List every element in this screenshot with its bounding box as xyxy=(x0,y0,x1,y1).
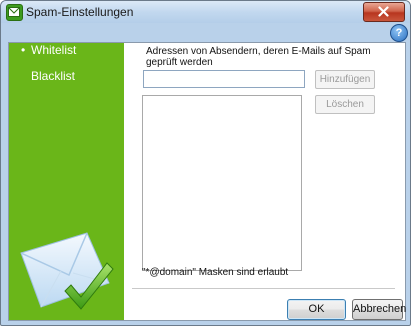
cancel-button[interactable]: Abbrechen xyxy=(352,299,406,320)
delete-button[interactable]: Löschen xyxy=(315,95,375,114)
envelope-check-icon xyxy=(20,232,114,310)
mask-hint-text: "*@domain" Masken sind erlaubt xyxy=(142,267,289,278)
title-bar[interactable]: Spam-Einstellungen xyxy=(1,1,410,23)
spam-settings-window: Spam-Einstellungen ? • Whitelist Blackli… xyxy=(0,0,411,326)
ok-button[interactable]: OK xyxy=(287,299,346,320)
help-icon[interactable]: ? xyxy=(390,24,408,42)
dialog-body: • Whitelist Blacklist Adressen von Absen… xyxy=(8,42,406,321)
sidebar: • Whitelist Blacklist xyxy=(9,43,124,320)
window-title: Spam-Einstellungen xyxy=(26,5,134,19)
main-content: Adressen von Absendern, deren E-Mails au… xyxy=(124,43,406,320)
close-icon xyxy=(378,6,389,17)
address-input[interactable] xyxy=(143,70,305,88)
sidebar-item-label: Whitelist xyxy=(31,43,77,57)
sidebar-item-label: Blacklist xyxy=(31,69,76,83)
close-button[interactable] xyxy=(363,2,405,22)
whitelist-listbox[interactable] xyxy=(142,95,302,271)
add-button[interactable]: Hinzufügen xyxy=(315,70,375,89)
divider xyxy=(132,288,395,289)
description-text: Adressen von Absendern, deren E-Mails au… xyxy=(146,46,371,68)
selected-bullet: • xyxy=(21,43,26,57)
app-icon xyxy=(6,4,23,21)
